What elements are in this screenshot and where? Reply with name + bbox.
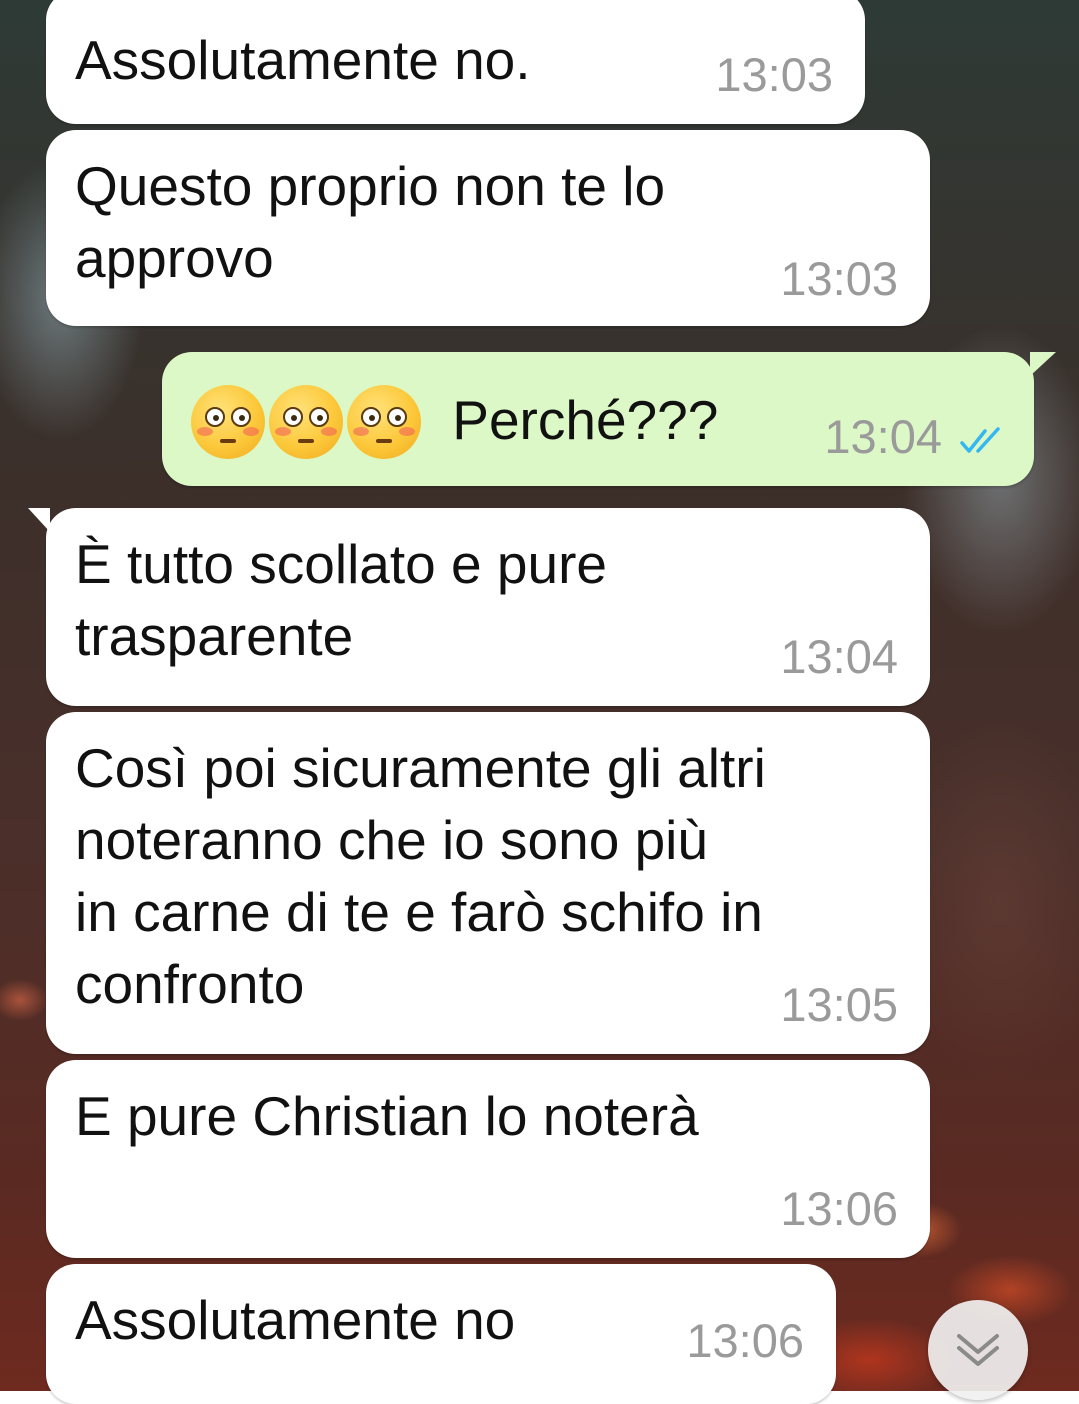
message-bubble-incoming[interactable]: Così poi sicuramente gli altri noteranno… bbox=[46, 712, 930, 1054]
double-check-icon bbox=[960, 427, 1000, 453]
message-bubble-incoming[interactable]: Assolutamente no. 13:03 bbox=[46, 0, 865, 124]
message-bubble-incoming[interactable]: È tutto scollato e pure trasparente 13:0… bbox=[28, 508, 930, 706]
message-time: 13:04 bbox=[780, 630, 898, 683]
message-text: È tutto scollato e pure trasparente bbox=[75, 533, 607, 667]
bubble-tail bbox=[1030, 352, 1056, 376]
message-time: 13:05 bbox=[780, 978, 898, 1031]
message-text: Così poi sicuramente gli altri noteranno… bbox=[75, 737, 766, 1015]
message-time: 13:03 bbox=[715, 48, 833, 101]
message-bubble-outgoing[interactable]: Perché??? 13:04 bbox=[162, 352, 1056, 486]
chevron-double-down-icon bbox=[957, 1334, 999, 1366]
message-bubble-incoming[interactable]: Questo proprio non te lo approvo 13:03 bbox=[46, 130, 930, 326]
message-bubble-incoming[interactable]: E pure Christian lo noterà 13:06 bbox=[46, 1060, 930, 1258]
message-time: 13:03 bbox=[780, 252, 898, 305]
message-text: Questo proprio non te lo approvo bbox=[75, 155, 666, 289]
flushed-face-icon bbox=[269, 385, 343, 460]
message-bubble-incoming[interactable]: Assolutamente no 13:06 bbox=[46, 1264, 836, 1404]
message-text: Perché??? bbox=[452, 389, 719, 452]
message-time: 13:06 bbox=[686, 1314, 804, 1367]
message-time: 13:06 bbox=[780, 1182, 898, 1235]
flushed-face-icon bbox=[347, 385, 421, 460]
message-text: E pure Christian lo noterà bbox=[75, 1085, 699, 1147]
bubble-tail bbox=[28, 508, 50, 532]
scroll-to-bottom-button[interactable] bbox=[928, 1300, 1028, 1400]
flushed-face-icon bbox=[191, 385, 265, 460]
message-time: 13:04 bbox=[824, 410, 942, 463]
flushed-face-emoji-group bbox=[191, 382, 425, 460]
